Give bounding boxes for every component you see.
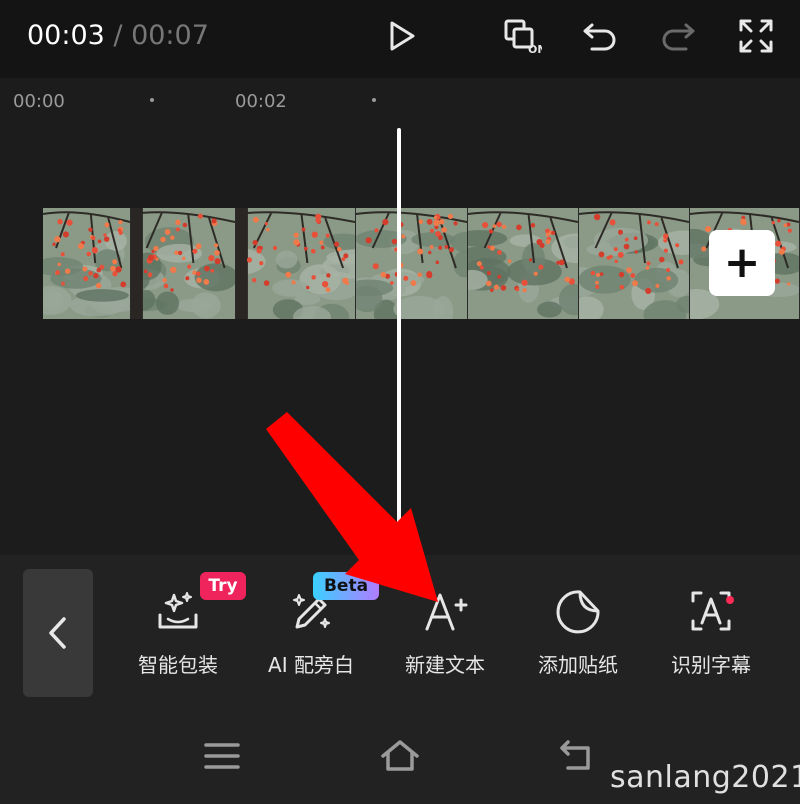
- tool-label: 添加贴纸: [538, 653, 618, 677]
- tool-label: 智能包装: [138, 653, 218, 677]
- nav-menu-button[interactable]: [197, 734, 247, 778]
- fullscreen-icon: [739, 19, 773, 53]
- chevron-left-icon: [49, 617, 66, 649]
- timeline-track-area[interactable]: +: [0, 128, 800, 555]
- undo-icon: [583, 23, 616, 51]
- ruler-tick: [372, 98, 376, 102]
- time-separator: /: [104, 20, 132, 51]
- clip-thumbnail: [468, 208, 579, 319]
- ruler-label: 00:00: [13, 91, 65, 112]
- tool-new-text[interactable]: 新建文本: [385, 585, 505, 685]
- toolbar-back-button[interactable]: [23, 569, 93, 697]
- play-button[interactable]: [379, 14, 423, 58]
- fullscreen-button[interactable]: [734, 14, 778, 58]
- undo-button[interactable]: [578, 14, 622, 58]
- video-clip[interactable]: [43, 208, 800, 319]
- clip-thumbnail: [579, 208, 690, 319]
- tool-ai-narration[interactable]: AI 配旁白: [251, 585, 371, 685]
- tool-smart-packaging[interactable]: 智能包装: [118, 585, 238, 685]
- ruler-tick: [150, 98, 154, 102]
- add-clip-button[interactable]: +: [709, 230, 775, 296]
- proxy-on-icon: ON: [504, 19, 542, 56]
- home-icon: [381, 740, 419, 771]
- beta-badge: Beta: [313, 572, 379, 600]
- watermark: sanlang2021: [610, 760, 800, 795]
- clip-thumbnail: [356, 208, 468, 319]
- ruler-label: 00:02: [235, 91, 287, 112]
- sticker-icon: [556, 590, 600, 634]
- redo-button[interactable]: [656, 14, 700, 58]
- clip-thumbnail: [43, 208, 131, 319]
- proxy-toggle-button[interactable]: ON: [500, 14, 544, 58]
- nav-home-button[interactable]: [375, 734, 425, 778]
- clip-thumbnail: [236, 208, 356, 319]
- time-ruler[interactable]: 00:00 00:02: [0, 78, 800, 128]
- new-indicator-dot: [726, 596, 734, 604]
- try-badge: Try: [200, 572, 246, 600]
- caption-recognize-icon: [691, 591, 731, 631]
- back-icon: [560, 740, 590, 770]
- tool-label: 新建文本: [405, 653, 485, 677]
- top-bar: 00:03 / 00:07 ON: [0, 0, 800, 78]
- play-icon: [390, 21, 415, 51]
- sparkle-tray-icon: [158, 592, 198, 629]
- timecode: 00:03 / 00:07: [27, 18, 209, 54]
- proxy-on-label: ON: [528, 43, 542, 56]
- tool-label: 识别字幕: [671, 653, 751, 677]
- menu-icon: [204, 743, 240, 769]
- playhead[interactable]: [397, 128, 401, 555]
- tool-recognize-captions[interactable]: 识别字幕: [651, 585, 771, 685]
- redo-icon: [662, 23, 695, 51]
- plus-icon: +: [723, 237, 761, 288]
- tool-label: AI 配旁白: [268, 653, 354, 677]
- add-text-icon: [425, 593, 468, 631]
- tool-add-sticker[interactable]: 添加贴纸: [518, 585, 638, 685]
- current-time: 00:03: [27, 20, 105, 51]
- total-time: 00:07: [131, 20, 209, 51]
- nav-back-button[interactable]: [553, 734, 603, 778]
- clip-thumbnail: [131, 208, 236, 319]
- bottom-toolbar: 智能包装 AI 配旁白 新建文本 添加贴纸 识别字幕 Try Beta: [0, 555, 800, 710]
